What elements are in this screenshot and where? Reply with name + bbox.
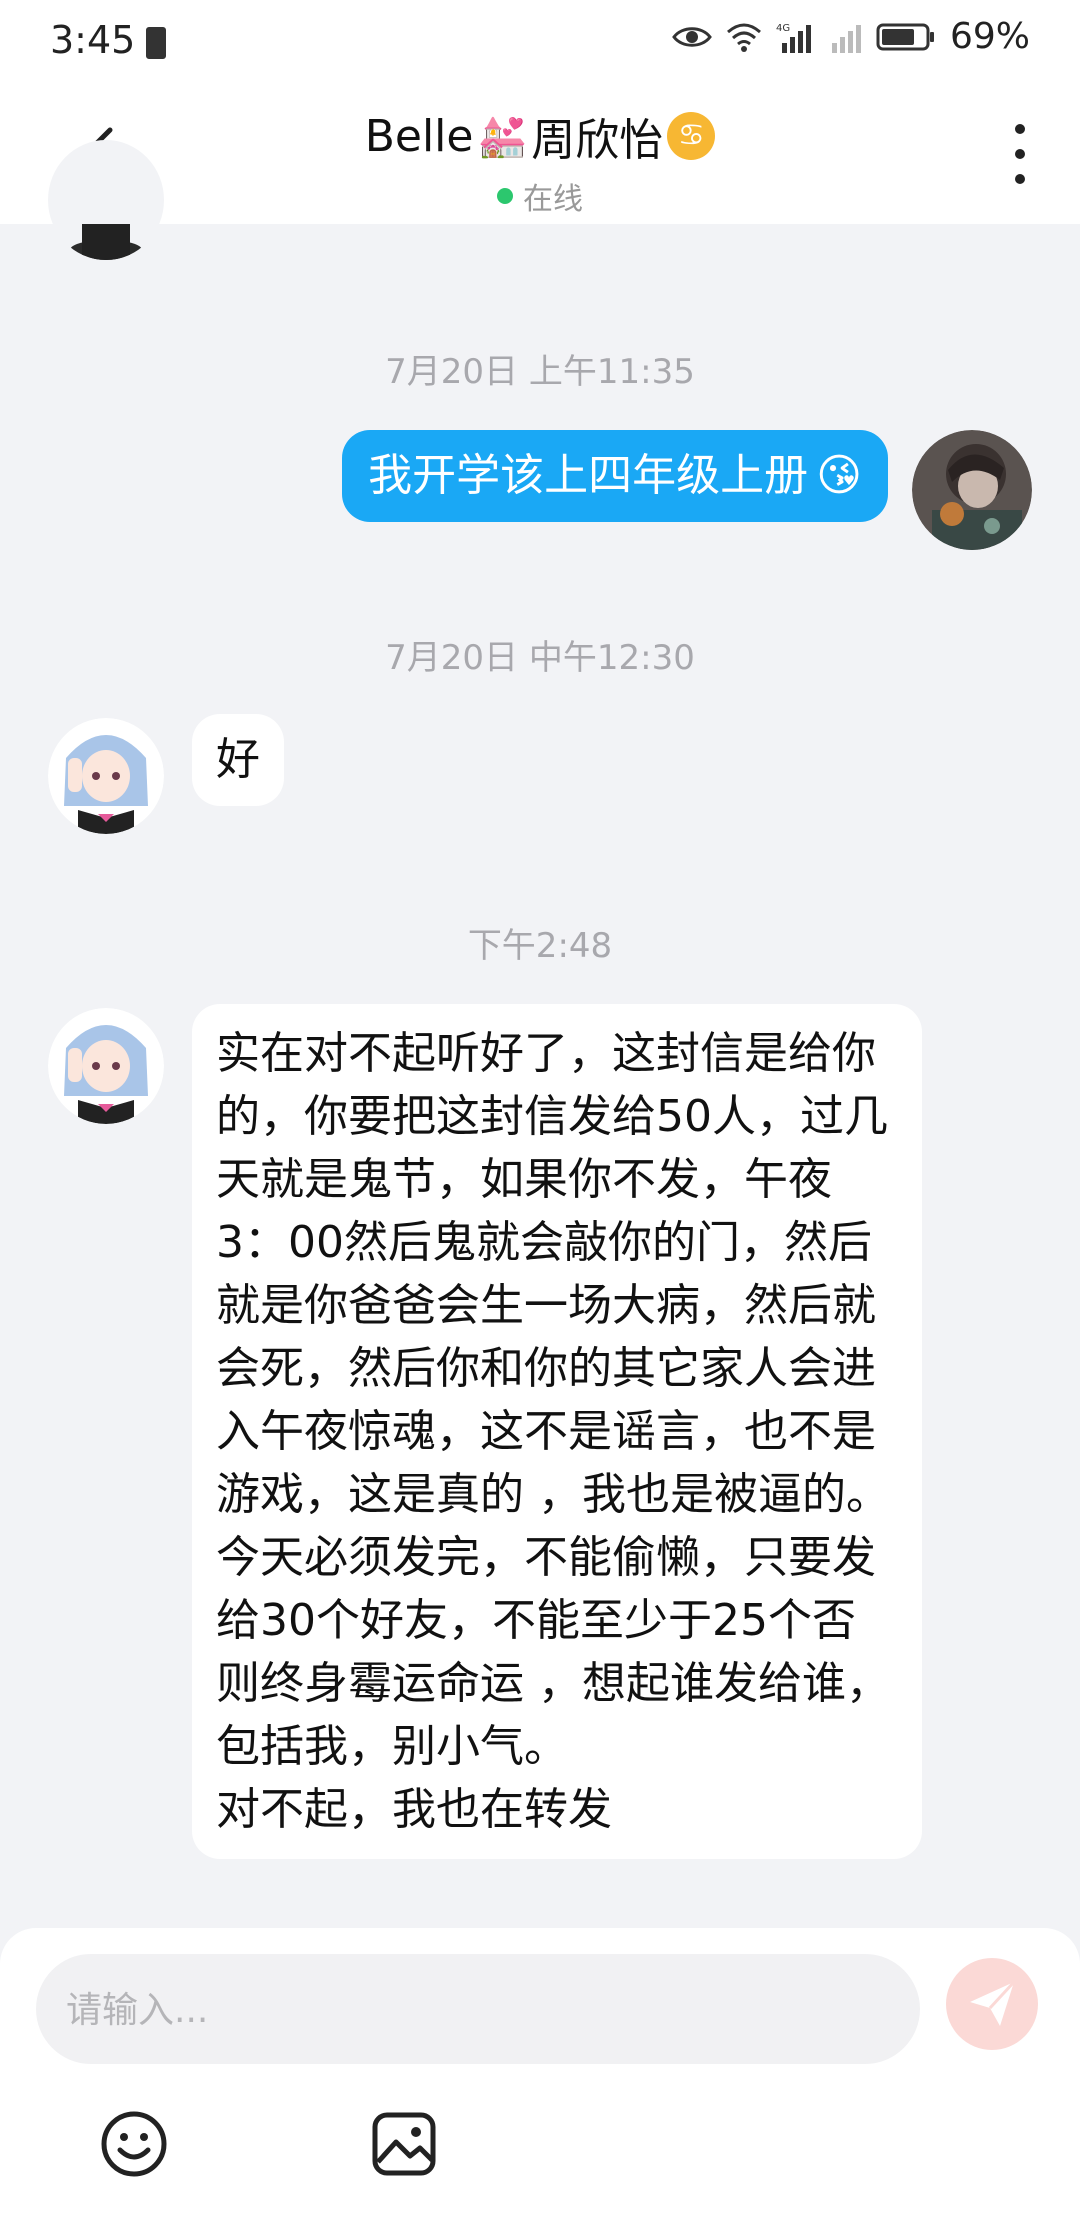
message-text: 我开学该上四年级上册	[368, 450, 809, 501]
svg-text:4G: 4G	[776, 23, 790, 34]
message-input[interactable]	[64, 1954, 924, 2066]
avatar-image	[48, 718, 164, 834]
incoming-message-bubble[interactable]: 好	[192, 714, 284, 806]
online-dot-icon	[497, 188, 513, 204]
contact-name-suffix: 周欣怡	[531, 115, 664, 166]
signal-2-icon	[831, 24, 861, 53]
eye-icon	[672, 26, 712, 47]
send-icon	[970, 1980, 1016, 2026]
outgoing-message-bubble[interactable]: 我开学该上四年级上册 😘	[342, 430, 888, 522]
image-button[interactable]	[370, 2110, 438, 2178]
avatar-image	[48, 140, 164, 260]
contact-avatar-partial[interactable]	[48, 140, 164, 260]
battery-saver-icon	[146, 27, 166, 59]
message-input-wrapper[interactable]	[36, 1954, 924, 2066]
message-timestamp: 7月20日 中午12:30	[385, 638, 695, 678]
wifi-icon	[726, 23, 761, 52]
message-timestamp: 下午2:48	[467, 926, 613, 966]
battery-percent: 69%	[949, 16, 1030, 57]
contact-name-prefix: Belle	[364, 110, 474, 162]
my-avatar[interactable]	[912, 430, 1032, 550]
contact-avatar[interactable]	[48, 718, 164, 834]
contact-name: Belle 💒 周欣怡 ♋	[365, 104, 716, 168]
message-text: 实在对不起听好了，这封信是给你的，你要把这封信发给50人，过几天就是鬼节，如果你…	[216, 1028, 890, 1835]
status-time: 3:45	[50, 18, 136, 62]
avatar-image	[48, 1008, 164, 1124]
contact-avatar[interactable]	[48, 1008, 164, 1124]
status-icons: 4G 69%	[672, 16, 1030, 57]
image-icon	[372, 2112, 436, 2176]
kiss-emoji: 😘	[816, 450, 862, 501]
battery-icon	[876, 23, 934, 50]
emoji-button[interactable]	[100, 2110, 168, 2178]
signal-icon: 4G	[776, 23, 811, 53]
zodiac-cancer-icon: ♋	[667, 112, 716, 160]
more-vertical-icon	[1015, 124, 1025, 134]
send-button[interactable]	[946, 1958, 1038, 2050]
wedding-emoji: 💒	[477, 113, 528, 160]
online-status-label: 在线	[523, 182, 583, 217]
incoming-message-bubble[interactable]: 实在对不起听好了，这封信是给你的，你要把这封信发给50人，过几天就是鬼节，如果你…	[192, 1004, 922, 1859]
status-bar: 3:45 4G 69%	[0, 0, 1080, 84]
avatar-image	[912, 430, 1032, 550]
message-text: 好	[216, 734, 260, 785]
more-options-button[interactable]	[1000, 124, 1040, 184]
message-timestamp: 7月20日 上午11:35	[385, 352, 695, 392]
composer	[0, 1928, 1080, 2240]
smiley-icon	[101, 2111, 167, 2177]
